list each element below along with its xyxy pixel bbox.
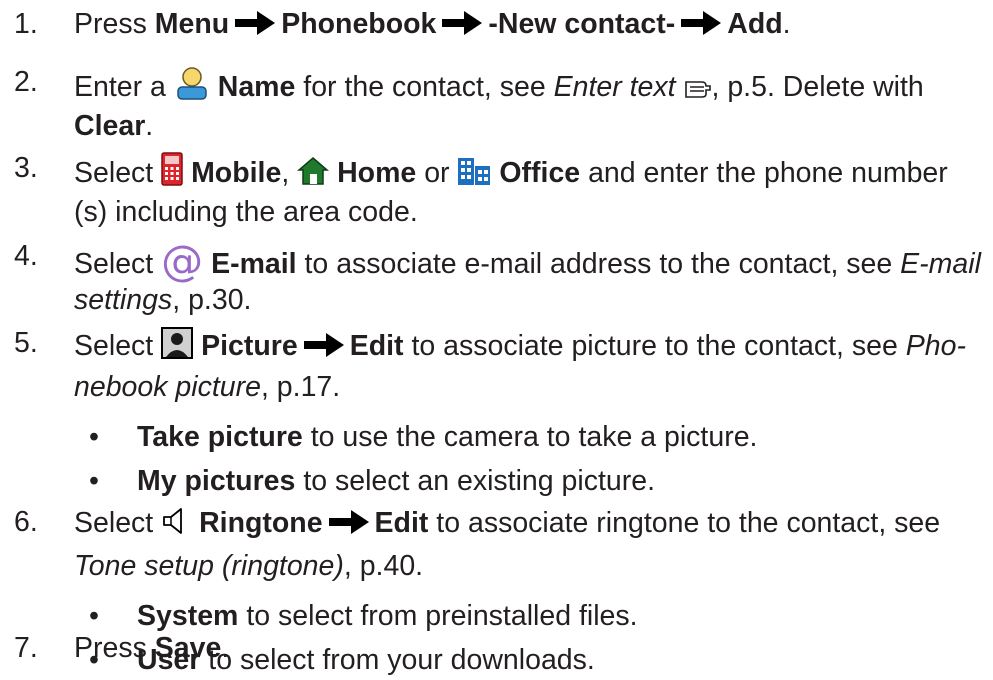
right-arrow-icon bbox=[235, 11, 276, 35]
right-arrow-icon bbox=[442, 11, 483, 35]
right-arrow-icon bbox=[681, 11, 722, 35]
phonebook-picture-link-part1[interactable]: Pho- bbox=[906, 330, 966, 362]
menu-label: Menu bbox=[154, 8, 230, 40]
step-number: 5. bbox=[14, 327, 38, 359]
email-settings-link-part2[interactable]: settings bbox=[74, 284, 172, 316]
tone-setup-link[interactable]: Tone setup (ringtone) bbox=[74, 550, 344, 582]
mobile-label: Mobile bbox=[191, 157, 282, 189]
new-contact-label: -New contact- bbox=[488, 8, 676, 40]
step-number: 2. bbox=[14, 66, 38, 98]
step-number: 7. bbox=[14, 632, 38, 664]
email-label: E-mail bbox=[211, 248, 297, 280]
portrait-icon bbox=[161, 327, 194, 359]
clear-label: Clear bbox=[74, 110, 146, 142]
system-label: System bbox=[137, 600, 239, 632]
home-icon bbox=[297, 157, 330, 185]
save-label: Save bbox=[154, 632, 222, 664]
step-number: 6. bbox=[14, 506, 38, 538]
pointing-hand-icon bbox=[684, 81, 711, 98]
edit-label: Edit bbox=[349, 330, 404, 362]
email-settings-link-part1[interactable]: E-mail bbox=[900, 248, 981, 280]
add-label: Add bbox=[727, 8, 783, 40]
step-number: 3. bbox=[14, 152, 38, 184]
step-number: 1. bbox=[14, 8, 38, 40]
step-1-line: Press Menu Phonebook -New contact- Add. bbox=[74, 8, 791, 40]
take-picture-label: Take picture bbox=[137, 421, 303, 453]
step-number: 4. bbox=[14, 240, 38, 272]
my-pictures-label: My pictures bbox=[137, 465, 296, 497]
speaker-icon bbox=[163, 508, 183, 534]
enter-text-link[interactable]: Enter text bbox=[554, 71, 676, 103]
right-arrow-icon bbox=[328, 510, 369, 534]
name-label: Name bbox=[217, 71, 296, 103]
right-arrow-icon bbox=[303, 333, 344, 357]
at-sign-icon: @ bbox=[161, 236, 204, 285]
edit-label: Edit bbox=[374, 507, 429, 539]
office-building-icon bbox=[458, 158, 491, 185]
home-label: Home bbox=[337, 157, 417, 189]
mobile-phone-icon bbox=[161, 152, 183, 186]
picture-label: Picture bbox=[201, 330, 298, 362]
ringtone-label: Ringtone bbox=[199, 507, 323, 539]
phonebook-label: Phonebook bbox=[281, 8, 437, 40]
person-icon bbox=[177, 67, 207, 100]
office-label: Office bbox=[499, 157, 581, 189]
phonebook-picture-link-part2[interactable]: nebook picture bbox=[74, 371, 261, 403]
